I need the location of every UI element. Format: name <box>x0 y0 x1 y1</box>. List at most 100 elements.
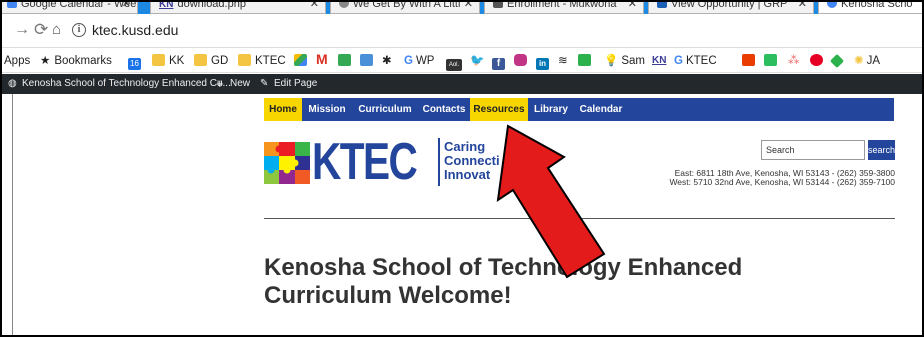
folder-icon <box>152 54 165 66</box>
nav-contacts[interactable]: Contacts <box>418 98 470 121</box>
tab-enrollment[interactable]: Enrollment - Mukwona ✕ <box>484 2 644 14</box>
bookmark-drive[interactable] <box>294 53 311 69</box>
admin-new[interactable]: New <box>230 74 250 94</box>
bookmark-kn[interactable]: KN <box>652 53 666 69</box>
nav-resources[interactable]: Resources <box>470 98 528 121</box>
nav-mission[interactable]: Mission <box>302 98 352 121</box>
aol-icon: Aol. <box>446 59 462 71</box>
folder-icon <box>194 54 207 66</box>
bookmark-label: GD <box>211 55 229 67</box>
bookmark-ktec-folder[interactable]: KTEC <box>238 53 286 69</box>
site-icon[interactable]: ◍ <box>8 74 17 94</box>
bookmark-label: JA <box>866 55 881 67</box>
tab-we-get-by[interactable]: We Get By With A Littl ✕ <box>330 2 480 14</box>
tab-google-calendar[interactable]: Google Calendar - Wee ✕ <box>2 2 138 14</box>
bookmark-slides[interactable] <box>360 53 377 69</box>
calendar-icon <box>7 2 17 8</box>
search-input[interactable]: Search <box>761 140 865 160</box>
address-west: West: 5710 32nd Ave, Kenosha, WI 53144 -… <box>669 177 895 187</box>
page-content: Home Mission Curriculum Contacts Resourc… <box>2 94 922 335</box>
nav-curriculum[interactable]: Curriculum <box>352 98 418 121</box>
url-bar[interactable]: ktec.kusd.edu <box>92 20 178 40</box>
bookmark-calendar[interactable]: 16 <box>128 53 145 70</box>
bookmark-ktec[interactable]: G KTEC <box>674 53 717 69</box>
page-left-border <box>12 94 13 335</box>
asana-icon: ⁂ <box>788 55 800 67</box>
bookmark-label: WP <box>415 55 435 67</box>
tab-label: download.php <box>177 2 246 10</box>
forward-icon[interactable]: → <box>14 21 30 39</box>
bookmark-bookmarks[interactable]: ★ Bookmarks <box>40 53 112 69</box>
tab-label: Kenosha Scho <box>841 2 913 10</box>
calendar-icon: 16 <box>128 58 141 70</box>
plus-icon[interactable]: + <box>216 74 224 94</box>
linkedin-icon: in <box>536 58 549 70</box>
bookmark-twitter[interactable]: 🐦 <box>470 53 484 69</box>
bookmark-wp[interactable]: G WP <box>404 53 434 69</box>
search-button[interactable]: search <box>868 140 895 160</box>
close-icon[interactable]: ✕ <box>464 2 473 11</box>
bookmark-linkedin[interactable]: in <box>536 53 553 70</box>
bookmark-gd[interactable]: GD <box>194 53 228 69</box>
logo-wordmark: KTEC <box>312 133 418 191</box>
reload-icon[interactable]: ⟳ <box>34 21 48 39</box>
nav-home[interactable]: Home <box>264 98 302 121</box>
close-icon[interactable]: ✕ <box>798 2 807 11</box>
admin-edit-page[interactable]: Edit Page <box>274 74 317 94</box>
tagline-caring: Caring <box>444 139 486 154</box>
browser-window: Google Calendar - Wee ✕ KN download.php ✕ W… <box>0 0 924 337</box>
office-icon <box>742 54 755 66</box>
bookmark-office[interactable] <box>742 53 759 69</box>
kn-icon: KN <box>159 2 174 10</box>
feedly-icon <box>829 53 845 69</box>
close-icon[interactable]: ✕ <box>310 2 319 11</box>
bookmarks-bar: Apps ★ Bookmarks 16 KK GD KTEC M ✱ G WP Ao… <box>2 49 922 73</box>
bookmark-instagram[interactable] <box>514 53 531 69</box>
drive-icon <box>294 54 307 66</box>
bookmark-feedly[interactable] <box>829 53 846 69</box>
ktec-logo[interactable]: KTEC Caring Connecti Innovat <box>264 134 524 192</box>
bookmark-facebook[interactable]: f <box>492 53 509 70</box>
tab-download[interactable]: KN download.php ✕ <box>150 2 326 14</box>
bookmark-gmail[interactable]: M <box>316 51 328 67</box>
bookmark-apps[interactable]: Apps <box>4 53 30 69</box>
sun-icon: ✺ <box>854 55 864 67</box>
enrollment-icon <box>493 2 503 8</box>
slides-icon <box>360 54 373 66</box>
music-icon <box>339 2 349 8</box>
stack-icon: ≋ <box>558 55 568 67</box>
close-icon[interactable]: ✕ <box>628 2 637 11</box>
site-nav: Home Mission Curriculum Contacts Resourc… <box>264 98 894 121</box>
admin-site-name[interactable]: Kenosha School of Technology Enhanced Cu… <box>22 74 231 94</box>
google-icon: G <box>674 55 683 67</box>
bookmark-evernote[interactable] <box>764 53 781 69</box>
pencil-icon[interactable]: ✎ <box>260 74 268 94</box>
bookmark-kk[interactable]: KK <box>152 53 184 69</box>
bookmark-label: Apps <box>4 55 31 67</box>
bookmark-aol[interactable]: Aol. <box>446 53 466 71</box>
home-icon[interactable]: ⌂ <box>52 21 61 39</box>
puzzle-icon: ✱ <box>382 55 392 67</box>
tab-kenosha-school[interactable]: Kenosha Scho <box>818 2 922 14</box>
tab-label: View Opportunity | GRP <box>671 2 788 10</box>
bookmark-extension[interactable]: ✱ <box>382 53 392 69</box>
wp-admin-bar: ◍ Kenosha School of Technology Enhanced … <box>2 74 922 94</box>
nav-library[interactable]: Library <box>528 98 574 121</box>
bookmark-asana[interactable]: ⁂ <box>788 53 800 69</box>
folder-icon <box>238 54 251 66</box>
bookmark-ja[interactable]: ✺ JA <box>854 53 880 69</box>
bookmark-pinterest[interactable] <box>810 53 827 69</box>
tagline-innovating: Innovat <box>444 167 491 182</box>
tagline-connecting: Connecti <box>444 153 500 168</box>
tab-view-opportunity[interactable]: View Opportunity | GRP ✕ <box>648 2 814 14</box>
tab-label: Enrollment - Mukwona <box>507 2 617 10</box>
nav-calendar[interactable]: Calendar <box>574 98 628 121</box>
classroom-icon <box>338 54 351 66</box>
bookmark-stack[interactable]: ≋ <box>558 53 568 69</box>
bookmark-sam[interactable]: 💡 Sam <box>604 53 645 69</box>
star-icon: ★ <box>40 55 51 67</box>
info-icon[interactable]: i <box>72 23 86 37</box>
bookmark-green[interactable] <box>578 53 595 69</box>
bookmark-classroom[interactable] <box>338 53 355 69</box>
close-icon[interactable]: ✕ <box>122 2 131 11</box>
